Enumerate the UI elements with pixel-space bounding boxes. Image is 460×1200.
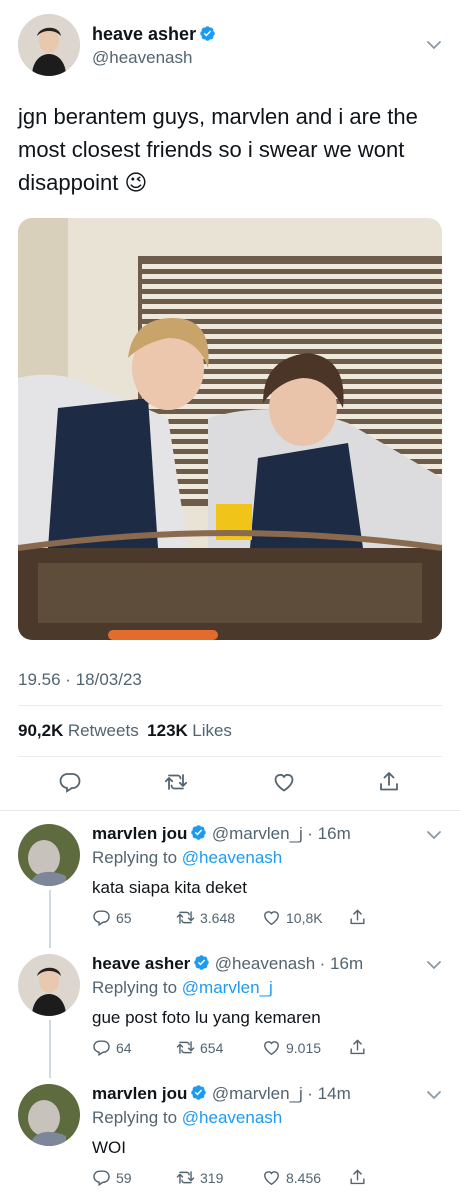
author-handle[interactable]: @heavenash: [92, 48, 192, 68]
retweet-count: 654: [200, 1039, 224, 1056]
verified-badge-icon: [193, 954, 210, 971]
reply-avatar[interactable]: [18, 824, 80, 886]
like-icon: [262, 1038, 281, 1057]
replying-prefix: Replying to: [92, 848, 178, 867]
reply-icon: [92, 1038, 111, 1057]
tweet-time: 19.56: [18, 670, 61, 689]
replying-to: Replying to @heavenash: [92, 848, 282, 868]
like-action[interactable]: 10,8K: [262, 908, 323, 927]
replying-to: Replying to @marvlen_j: [92, 978, 273, 998]
meta-separator: ·: [65, 670, 71, 689]
reply-count: 65: [116, 909, 132, 926]
reply-tweet[interactable]: heave asher @heavenash · 16m Replying to…: [0, 948, 460, 1074]
retweet-count: 319: [200, 1169, 224, 1186]
reply-header: marvlen jou @marvlen_j · 16m: [92, 824, 351, 844]
section-divider: [0, 810, 460, 811]
retweets-stat[interactable]: 90,2K Retweets: [18, 721, 143, 740]
verified-badge-icon: [199, 25, 216, 42]
replying-to: Replying to @heavenash: [92, 1108, 282, 1128]
retweet-icon: [176, 1038, 195, 1057]
author-avatar[interactable]: [18, 14, 80, 76]
reply-action[interactable]: 65: [92, 908, 132, 927]
reply-author-handle[interactable]: @marvlen_j: [212, 824, 303, 843]
likes-stat[interactable]: 123K Likes: [147, 721, 232, 740]
like-icon: [262, 1168, 281, 1187]
reply-tweet[interactable]: marvlen jou @marvlen_j · 14m Replying to…: [0, 1078, 460, 1200]
author-name[interactable]: heave asher: [92, 24, 216, 45]
retweet-icon[interactable]: [164, 770, 188, 794]
reply-count: 59: [116, 1169, 132, 1186]
reply-icon: [92, 908, 111, 927]
reply-avatar[interactable]: [18, 1084, 80, 1146]
chevron-down-icon[interactable]: [426, 830, 442, 840]
verified-badge-icon: [190, 824, 207, 841]
retweets-count: 90,2K: [18, 721, 64, 740]
like-count: 8.456: [286, 1169, 322, 1186]
replying-to-link[interactable]: @heavenash: [182, 848, 282, 867]
reply-tweet[interactable]: marvlen jou @marvlen_j · 16m Replying to…: [0, 818, 460, 944]
share-icon: [348, 1038, 367, 1057]
share-icon: [348, 908, 367, 927]
tweet-action-bar: [0, 766, 460, 800]
replying-prefix: Replying to: [92, 1108, 178, 1127]
reply-avatar[interactable]: [18, 954, 80, 1016]
retweet-icon: [176, 908, 195, 927]
reply-author-handle[interactable]: @heavenash: [215, 954, 315, 973]
reply-time: · 16m: [307, 824, 351, 843]
share-action[interactable]: [348, 1168, 367, 1187]
retweet-action[interactable]: 654: [176, 1038, 223, 1057]
reply-text: kata siapa kita deket: [92, 878, 247, 897]
reply-header: marvlen jou @marvlen_j · 14m: [92, 1084, 351, 1104]
tweet-photo-image: [18, 218, 442, 640]
tweet-photo[interactable]: [18, 218, 442, 640]
replying-to-link[interactable]: @heavenash: [182, 1108, 282, 1127]
retweets-label: Retweets: [67, 721, 139, 740]
retweet-count: 3.648: [200, 909, 236, 926]
reply-icon: [92, 1168, 111, 1187]
like-icon: [262, 908, 281, 927]
retweet-action[interactable]: 319: [176, 1168, 223, 1187]
chevron-down-icon[interactable]: [426, 1090, 442, 1100]
reply-icon[interactable]: [58, 770, 82, 794]
retweet-icon: [176, 1168, 195, 1187]
reply-text: WOI: [92, 1138, 126, 1157]
likes-count: 123K: [147, 721, 188, 740]
reply-author-handle[interactable]: @marvlen_j: [212, 1084, 303, 1103]
share-action[interactable]: [348, 908, 367, 927]
author-name-text[interactable]: heave asher: [92, 24, 196, 44]
chevron-down-icon[interactable]: [426, 960, 442, 970]
replying-to-link[interactable]: @marvlen_j: [182, 978, 273, 997]
reply-time: · 16m: [319, 954, 364, 973]
reply-header: heave asher @heavenash · 16m: [92, 954, 363, 974]
reply-text: gue post foto lu yang kemaren: [92, 1008, 321, 1027]
like-icon[interactable]: [272, 770, 296, 794]
share-action[interactable]: [348, 1038, 367, 1057]
reply-count: 64: [116, 1039, 132, 1056]
tweet-stats: 90,2K Retweets 123K Likes: [18, 721, 232, 741]
tweet-date: 18/03/23: [75, 670, 142, 689]
share-icon[interactable]: [377, 770, 401, 794]
reply-author-name[interactable]: heave asher: [92, 954, 190, 973]
likes-label: Likes: [192, 721, 232, 740]
like-action[interactable]: 9.015: [262, 1038, 321, 1057]
like-count: 9.015: [286, 1039, 322, 1056]
divider: [18, 705, 442, 706]
reply-action[interactable]: 59: [92, 1168, 132, 1187]
reply-time: · 14m: [307, 1084, 351, 1103]
retweet-action[interactable]: 3.648: [176, 908, 235, 927]
replying-prefix: Replying to: [92, 978, 178, 997]
share-icon: [348, 1168, 367, 1187]
divider: [18, 756, 442, 757]
verified-badge-icon: [190, 1084, 207, 1101]
chevron-down-icon[interactable]: [426, 40, 442, 50]
reply-action[interactable]: 64: [92, 1038, 132, 1057]
reply-author-name[interactable]: marvlen jou: [92, 824, 187, 843]
tweet-text: jgn berantem guys, marvlen and i are the…: [18, 104, 418, 195]
tweet-timestamp[interactable]: 19.56 · 18/03/23: [18, 670, 142, 690]
like-count: 10,8K: [286, 909, 323, 926]
reply-author-name[interactable]: marvlen jou: [92, 1084, 187, 1103]
like-action[interactable]: 8.456: [262, 1168, 321, 1187]
